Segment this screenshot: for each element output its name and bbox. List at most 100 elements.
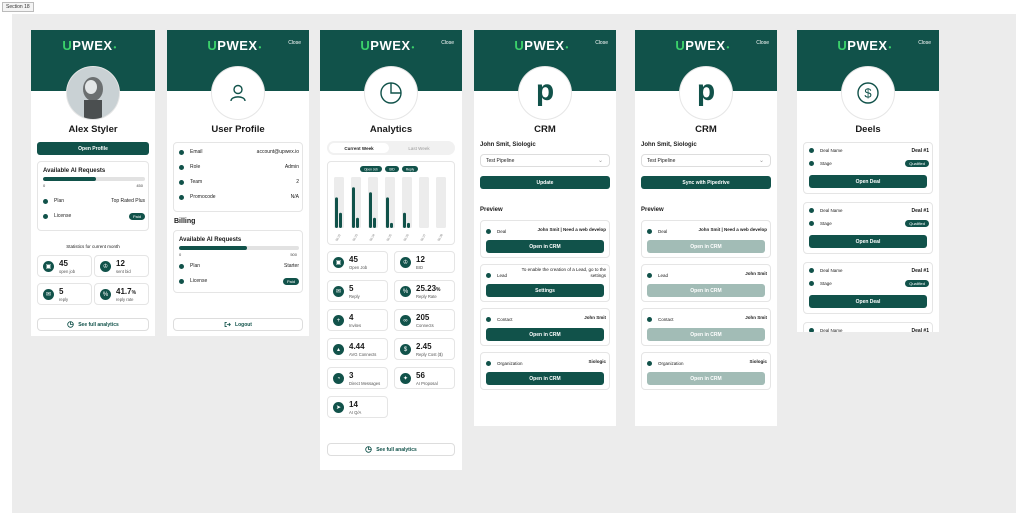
- ai-requests-bar-fill: [43, 177, 97, 181]
- stat-label: Reply: [349, 294, 360, 299]
- ai-requests-bar-fill: [179, 246, 248, 250]
- open-in-crm-button[interactable]: Open in CRM: [647, 284, 765, 297]
- open-in-crm-button[interactable]: Open in CRM: [647, 328, 765, 341]
- open-in-crm-button[interactable]: Open in CRM: [647, 240, 765, 253]
- stat-number: 2.45: [416, 342, 432, 351]
- open-deal-button[interactable]: Open Deal: [809, 295, 927, 308]
- update-button[interactable]: Update: [480, 176, 610, 189]
- stat-number: 3: [349, 371, 354, 380]
- account-row-value: account@upwex.io: [256, 149, 299, 155]
- preview-value: To enable the creation of a Lead, go to …: [521, 267, 606, 278]
- bullet-icon: [647, 316, 652, 322]
- stat-label: Invites: [349, 323, 362, 328]
- ai-min: 0: [179, 252, 182, 257]
- x-tick-label: 06.23: [352, 233, 359, 242]
- deal-name-row: Deal Name Deal #1: [809, 148, 929, 154]
- stage-badge: Qualified: [905, 160, 929, 167]
- open-in-crm-button[interactable]: Open in CRM: [486, 240, 604, 253]
- deal-card: Deal Name Deal #1 Stage Qualified Open Deal: [803, 142, 933, 194]
- see-full-analytics-button[interactable]: See full analytics: [37, 318, 149, 331]
- sync-pipedrive-button[interactable]: Sync with Pipedrive: [641, 176, 771, 189]
- user-icon: [230, 84, 246, 102]
- ai-requests-bar: [179, 246, 299, 250]
- deal-stage-label: Stage: [820, 281, 832, 286]
- page-title: User Profile: [211, 124, 265, 135]
- open-in-crm-button[interactable]: Open in CRM: [486, 328, 604, 341]
- stat-card: +4 Invites: [327, 309, 388, 331]
- stat-value: 56: [416, 371, 425, 380]
- close-button[interactable]: Close: [756, 40, 769, 46]
- bullet-icon: [647, 272, 652, 278]
- tab-last-week[interactable]: Last Week: [389, 143, 449, 153]
- stat-value: 5: [349, 284, 353, 293]
- stat-card: ♔ 12 BID: [394, 251, 455, 273]
- deals-panel: UPWEX• Close $ Deels Deal Name Deal #1 Sta…: [797, 30, 939, 332]
- ai-requests-title: Available AI Requests: [179, 237, 242, 243]
- open-deal-button[interactable]: Open Deal: [809, 235, 927, 248]
- stat-value: 5: [59, 287, 63, 296]
- deal-stage-label: Stage: [820, 161, 832, 166]
- chevron-down-icon: ⌄: [758, 158, 764, 164]
- trophy-icon: ♔: [400, 257, 411, 268]
- pipeline-select[interactable]: Test Pipeline ⌄: [641, 154, 771, 167]
- stat-card: ∞ 205 Connects: [394, 309, 455, 331]
- preview-value: John Smit | Need a web develop: [537, 227, 606, 232]
- bar-reply: [339, 212, 342, 228]
- deal-name-label: Deal Name: [820, 268, 843, 273]
- preview-label: Deal: [497, 228, 507, 234]
- preview-card: Lead John Smit Open in CRM: [641, 264, 771, 302]
- open-in-crm-button[interactable]: Open in CRM: [647, 372, 765, 385]
- open-deal-button[interactable]: Open Deal: [809, 175, 927, 188]
- bullet-icon: [486, 228, 491, 234]
- stat-card: % 41.7% reply rate: [94, 283, 149, 305]
- bar-open-job: [419, 177, 429, 228]
- pipedrive-icon: p: [696, 74, 716, 107]
- stat-label: Reply Rate: [416, 294, 437, 299]
- bullet-icon: [809, 148, 814, 153]
- billing-card: Available AI Requests 0 500 Plan Starter …: [173, 230, 303, 293]
- preview-label: Contact: [497, 316, 513, 322]
- ai-requests-bar: [43, 177, 145, 181]
- week-toggle: Current Week Last Week: [327, 141, 455, 155]
- crm-panel: UPWEX• Close p CRM John Smit, Siologic T…: [474, 30, 616, 426]
- account-card: Email account@upwex.io Role Admin Team 2 Promo…: [173, 142, 303, 212]
- stat-number: 12: [416, 255, 425, 264]
- dollar-icon: $: [857, 82, 879, 104]
- settings-button[interactable]: Settings: [486, 284, 604, 297]
- tab-current-week[interactable]: Current Week: [329, 143, 389, 153]
- stat-number: 25.23: [416, 284, 437, 293]
- close-button[interactable]: Close: [918, 40, 931, 46]
- analytics-chart: Open Job BID Reply 06.22 06.23 06.24 06.25 06.2…: [334, 166, 446, 242]
- stat-label: AI Proposal: [416, 381, 438, 386]
- close-button[interactable]: Close: [441, 40, 454, 46]
- bullet-icon: [809, 281, 814, 286]
- see-full-analytics-button[interactable]: See full analytics: [327, 443, 455, 456]
- preview-value: John Smit: [584, 315, 606, 320]
- account-row-label: Promocode: [190, 194, 216, 200]
- legend-label: BID: [389, 168, 395, 172]
- stat-number: 4: [349, 313, 354, 322]
- open-profile-button[interactable]: Open Profile: [37, 142, 149, 155]
- ai-max: 500: [290, 252, 297, 257]
- pipeline-select[interactable]: Test Pipeline ⌄: [480, 154, 610, 167]
- open-in-crm-button[interactable]: Open in CRM: [486, 372, 604, 385]
- preview-card: Lead To enable the creation of a Lead, go…: [480, 264, 610, 302]
- bullet-icon: [179, 149, 184, 155]
- stat-unit: %: [131, 290, 137, 296]
- account-row-label: Team: [190, 179, 203, 185]
- close-button[interactable]: Close: [288, 40, 301, 46]
- logout-button[interactable]: Logout: [173, 318, 303, 331]
- stat-label: reply rate: [116, 297, 134, 302]
- preview-label: Lead: [658, 272, 669, 278]
- stat-value: 205: [416, 313, 429, 322]
- pie-chart-icon: [67, 321, 74, 328]
- stat-value: 3: [349, 371, 353, 380]
- preview-label: Organization: [497, 360, 523, 366]
- x-tick-label: 06.26: [403, 233, 410, 242]
- stat-value: 14: [349, 400, 358, 409]
- stat-number: 45: [349, 255, 358, 264]
- stat-label: Connects: [416, 323, 434, 328]
- bar-reply: [407, 222, 410, 228]
- close-button[interactable]: Close: [595, 40, 608, 46]
- stat-card: ▴ 4.44 AVG Connects: [327, 338, 388, 360]
